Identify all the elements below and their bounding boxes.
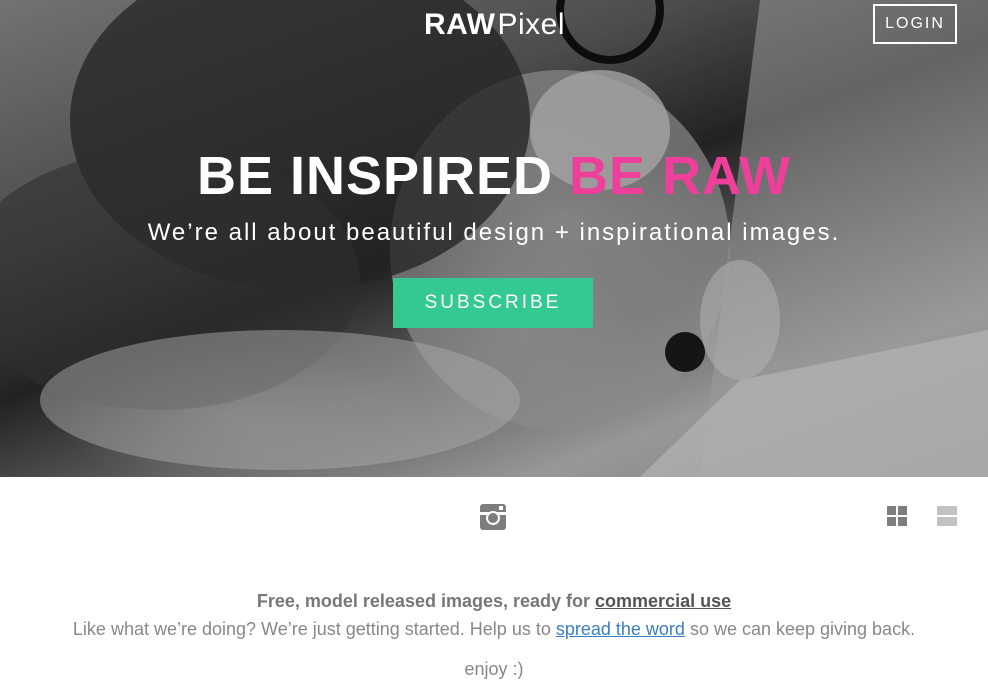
- info-line-spread: Like what we’re doing? We’re just gettin…: [0, 618, 988, 640]
- headline-be-raw: BE RAW: [569, 146, 792, 206]
- info-line-commercial: Free, model released images, ready for c…: [0, 590, 988, 612]
- headline-inspired: BE INSPIRED: [196, 146, 554, 206]
- hero-subline: We’re all about beautiful design + inspi…: [147, 219, 841, 246]
- spread-the-word-link[interactable]: spread the word: [556, 619, 685, 639]
- commercial-use-link[interactable]: commercial use: [595, 591, 731, 611]
- login-button[interactable]: LOGIN: [873, 4, 957, 44]
- subscribe-button[interactable]: SUBSCRIBE: [393, 278, 593, 328]
- list-view-icon[interactable]: [937, 506, 957, 526]
- logo-pixel: Pixel: [497, 8, 566, 41]
- hero-headline: BE INSPIRED BE RAW: [0, 146, 988, 206]
- grid-view-icon[interactable]: [887, 506, 907, 526]
- logo-raw: RAW: [424, 8, 496, 41]
- info-line-2-before: Like what we’re doing? We’re just gettin…: [72, 619, 556, 639]
- enjoy-text: enjoy :): [464, 659, 524, 679]
- instagram-icon[interactable]: [480, 503, 506, 531]
- info-line-1-text: Free, model released images, ready for: [256, 591, 596, 611]
- info-line-2-after: so we can keep giving back.: [684, 619, 916, 639]
- logo[interactable]: RAW Pixel: [424, 8, 565, 44]
- hero-banner: RAW Pixel LOGIN BE INSPIRED BE RAW We’re…: [0, 0, 988, 477]
